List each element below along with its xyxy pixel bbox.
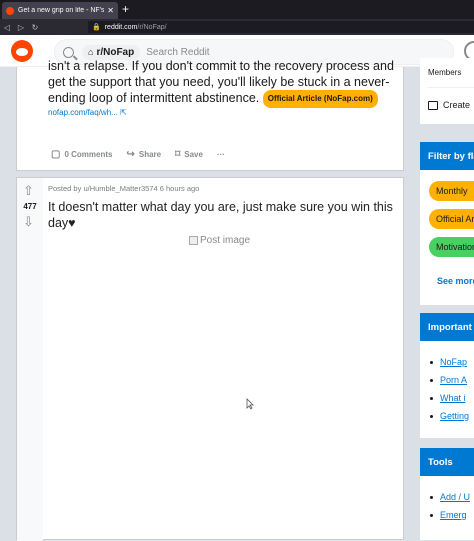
home-icon: ⌂: [88, 47, 94, 57]
url-host: reddit.com: [104, 23, 138, 31]
divider: [428, 87, 474, 88]
flair-label: Official Article: [436, 214, 474, 224]
save-label: Save: [184, 150, 203, 159]
more-label: ···: [216, 150, 225, 159]
downvote-arrow-icon[interactable]: ⇩: [23, 214, 34, 230]
flair-pill-motivation[interactable]: Motivation: [429, 237, 474, 257]
create-label: Create: [443, 100, 471, 110]
comments-button[interactable]: ▢ 0 Comments: [51, 149, 112, 160]
upvote-arrow-icon[interactable]: ⇧: [23, 183, 34, 199]
vote-score: 477: [23, 202, 37, 211]
post-meta: Posted by u/Humble_Matter3574 6 hours ag…: [48, 184, 200, 193]
post-link-text[interactable]: nofap.com/faq/wh...: [48, 108, 118, 117]
members-label: Members: [428, 68, 462, 77]
share-button[interactable]: ↪ Share: [126, 149, 161, 160]
save-button[interactable]: ⌑ Save: [175, 149, 203, 160]
bookmark-icon: ⌑: [175, 149, 181, 160]
back-arrow-icon[interactable]: ◁: [0, 23, 14, 32]
reddit-favicon-icon: [6, 6, 14, 15]
share-label: Share: [138, 150, 162, 159]
link-label[interactable]: What i: [440, 393, 466, 403]
tools-link[interactable]: Emerg: [430, 510, 467, 520]
tab-title: Get a new grip on life - NF's offic: [18, 7, 105, 14]
new-tab-button[interactable]: +: [122, 3, 129, 15]
browser-toolbar: ◁ ▷ ↻ 🔒 reddit.com/r/NoFap/: [0, 19, 474, 35]
flair-label: Monthly: [436, 186, 468, 196]
external-link-icon: ⇱: [120, 108, 127, 117]
subreddit-chip-label: r/NoFap: [96, 46, 135, 58]
widget-title: Filter by flair: [420, 142, 474, 170]
link-label[interactable]: Add / U: [440, 492, 470, 502]
important-link[interactable]: NoFap: [430, 357, 467, 367]
bullet: [430, 360, 433, 364]
share-icon: ↪: [126, 149, 135, 160]
more-options-button[interactable]: ···: [217, 150, 225, 159]
forward-arrow-icon[interactable]: ▷: [14, 23, 28, 32]
link-label[interactable]: Getting: [440, 411, 469, 421]
search-input[interactable]: Search Reddit: [146, 47, 209, 58]
url-path: /r/NoFap/: [137, 23, 167, 31]
address-bar[interactable]: 🔒 reddit.com/r/NoFap/: [88, 21, 474, 33]
post-title[interactable]: It doesn't matter what day you are, just…: [48, 199, 398, 231]
bullet: [430, 414, 433, 418]
post-flair[interactable]: Official Article (NoFap.com): [262, 90, 378, 108]
post-body-text: isn't a relapse. If you don't commit to …: [48, 58, 398, 108]
url-text: reddit.com/r/NoFap/: [105, 24, 167, 31]
reload-icon[interactable]: ↻: [28, 23, 42, 32]
widget-title: Tools: [420, 448, 474, 476]
search-icon: [63, 46, 74, 58]
lock-icon: 🔒: [92, 24, 101, 31]
comment-icon: ▢: [51, 149, 61, 160]
mouse-cursor-icon: [246, 398, 254, 410]
important-link[interactable]: Porn A: [430, 375, 467, 385]
flair-label: Motivation: [436, 242, 474, 252]
link-label[interactable]: Emerg: [440, 510, 467, 520]
broken-image-icon: [189, 236, 198, 245]
browser-tab[interactable]: Get a new grip on life - NF's offic ✕: [2, 2, 118, 19]
community-info-widget: Members Create: [420, 58, 474, 124]
important-link[interactable]: What i: [430, 393, 466, 403]
vote-column: ⇧ 477 ⇩: [17, 178, 43, 541]
tab-close-icon[interactable]: ✕: [107, 6, 114, 15]
important-widget: Important NoFap Porn A What i Getting: [420, 313, 474, 438]
browser-tab-bar: Get a new grip on life - NF's offic ✕ +: [0, 0, 474, 19]
bullet: [430, 513, 433, 517]
comments-label: 0 Comments: [64, 150, 113, 159]
filter-by-flair-widget: Filter by flair Monthly Official Article…: [420, 142, 474, 305]
link-label[interactable]: Porn A: [440, 375, 467, 385]
post-image-alt: Post image: [200, 235, 251, 246]
post-image[interactable]: Post image: [189, 235, 250, 246]
post-card[interactable]: ⇧ 477 ⇩ Posted by u/Humble_Matter3574 6 …: [16, 177, 404, 541]
calendar-icon: [428, 100, 438, 110]
link-label[interactable]: NoFap: [440, 357, 467, 367]
post-card[interactable]: isn't a relapse. If you don't commit to …: [16, 59, 404, 171]
post-link[interactable]: nofap.com/faq/wh... ⇱: [48, 108, 127, 117]
post-actions: ▢ 0 Comments ↪ Share ⌑ Save ···: [51, 149, 239, 160]
flair-pill-monthly[interactable]: Monthly: [429, 181, 474, 201]
bullet: [430, 396, 433, 400]
reddit-logo-icon[interactable]: [11, 40, 33, 62]
see-more-link[interactable]: See more: [437, 276, 474, 286]
flair-pill-official-article[interactable]: Official Article: [429, 209, 474, 229]
important-link[interactable]: Getting: [430, 411, 469, 421]
create-post-button[interactable]: Create: [428, 100, 470, 110]
tools-widget: Tools Add / U Emerg: [420, 448, 474, 540]
tools-link[interactable]: Add / U: [430, 492, 470, 502]
widget-title: Important: [420, 313, 474, 341]
bullet: [430, 378, 433, 382]
bullet: [430, 495, 433, 499]
